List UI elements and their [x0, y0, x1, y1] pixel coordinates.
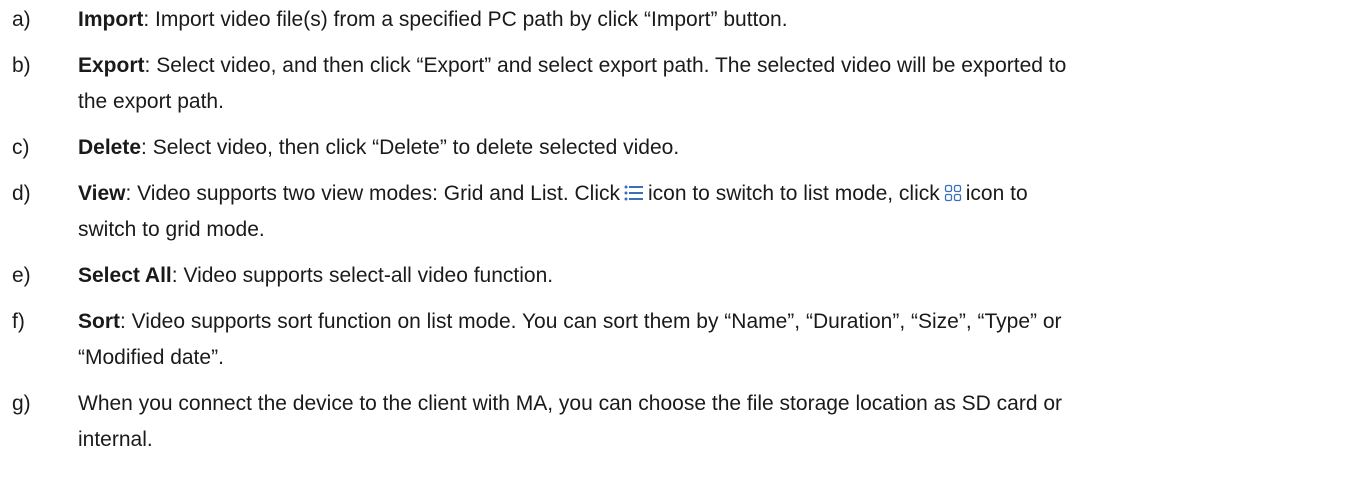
item-label-select-all: Select All	[78, 264, 172, 287]
label-colon: :	[125, 182, 138, 205]
item-text-view-part1: Video supports two view modes: Grid and …	[137, 182, 620, 205]
item-label-sort: Sort	[78, 310, 120, 333]
item-line: Sort: Video supports sort function on li…	[78, 304, 1366, 340]
item-text-export-line2: the export path.	[78, 90, 224, 113]
list-view-icon	[624, 184, 644, 202]
item-text-storage-line2: internal.	[78, 428, 153, 451]
document-body: a) Import: Import video file(s) from a s…	[0, 0, 1366, 468]
list-marker: g)	[12, 392, 31, 415]
item-text-delete: Select video, then click “Delete” to del…	[152, 136, 680, 159]
item-label-export: Export	[78, 54, 145, 77]
item-text-select-all: Video supports select-all video function…	[183, 264, 554, 287]
list-item-import: a) Import: Import video file(s) from a s…	[0, 2, 1366, 38]
list-marker: e)	[12, 264, 31, 287]
list-item-select-all: e) Select All: Video supports select-all…	[0, 258, 1366, 294]
item-label-view: View	[78, 182, 126, 205]
grid-view-icon	[944, 184, 962, 202]
label-colon: :	[144, 54, 157, 77]
item-line: Export: Select video, and then click “Ex…	[78, 48, 1366, 84]
item-text-export-line1: Select video, and then click “Export” an…	[156, 54, 1067, 77]
label-colon: :	[143, 8, 155, 31]
list-marker: b)	[12, 54, 31, 77]
list-marker: f)	[12, 310, 25, 333]
item-text-view-part2: icon to switch to list mode, click	[647, 182, 940, 205]
label-colon: :	[171, 264, 184, 287]
item-text-storage-line1: When you connect the device to the clien…	[78, 392, 1063, 415]
list-item-delete: c) Delete: Select video, then click “Del…	[0, 130, 1366, 166]
list-item-export: b) Export: Select video, and then click …	[0, 48, 1366, 120]
list-marker: a)	[12, 8, 31, 31]
list-item-sort: f) Sort: Video supports sort function on…	[0, 304, 1366, 376]
list-marker: c)	[12, 136, 30, 159]
list-item-view: d) View: Video supports two view modes: …	[0, 176, 1366, 248]
label-colon: :	[141, 136, 153, 159]
item-text-sort-line2: “Modified date”.	[78, 346, 224, 369]
item-line: View: Video supports two view modes: Gri…	[78, 176, 1366, 212]
item-text-import: Import video file(s) from a specified PC…	[155, 8, 788, 31]
item-label-import: Import	[78, 8, 144, 31]
list-marker: d)	[12, 182, 31, 205]
item-text-view-part3: icon to	[965, 182, 1028, 205]
label-colon: :	[120, 310, 132, 333]
item-text-view-line2: switch to grid mode.	[78, 218, 265, 241]
item-label-delete: Delete	[78, 136, 142, 159]
item-text-sort-line1: Video supports sort function on list mod…	[131, 310, 1062, 333]
list-item-storage: g) When you connect the device to the cl…	[0, 386, 1366, 458]
